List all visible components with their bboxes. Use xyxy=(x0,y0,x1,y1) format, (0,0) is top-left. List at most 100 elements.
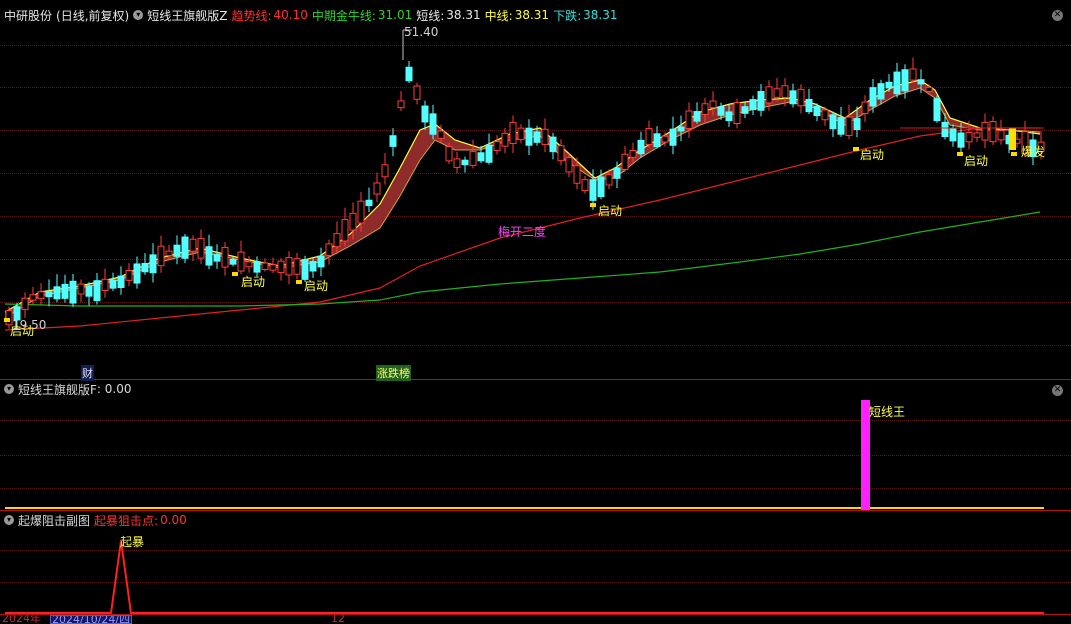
candle-body xyxy=(509,121,517,144)
burst-label: 爆发 xyxy=(1021,145,1046,159)
candle-body xyxy=(781,85,789,99)
candle-body xyxy=(197,237,205,259)
candle-body xyxy=(797,88,805,107)
candle-body xyxy=(581,179,589,192)
candle-body xyxy=(61,283,69,299)
candle-body xyxy=(381,164,389,178)
candle-body xyxy=(157,245,165,267)
candle-body xyxy=(213,253,221,262)
panel2-bar-label: 短线王 xyxy=(869,405,906,419)
kline-chart[interactable] xyxy=(0,0,1071,380)
candle-body xyxy=(253,261,261,273)
candle-body xyxy=(229,258,237,265)
launch-label: 启动 xyxy=(598,204,623,218)
candle-body xyxy=(517,127,525,141)
axis-year: 2024年 xyxy=(2,615,41,623)
candle-body xyxy=(765,86,773,104)
candle-body xyxy=(397,100,405,109)
candle-body xyxy=(893,71,901,95)
candle-body xyxy=(661,135,669,143)
candle-body xyxy=(237,251,245,272)
candle-body xyxy=(685,110,693,130)
candle-body xyxy=(501,132,509,147)
candle-body xyxy=(989,121,997,143)
candle-body xyxy=(445,146,453,162)
candle-body xyxy=(621,153,629,170)
candle-body xyxy=(901,69,909,92)
candle-body xyxy=(749,99,757,111)
candle-body xyxy=(565,157,573,173)
candle-body xyxy=(861,101,869,115)
candle-body xyxy=(421,105,429,123)
candle-body xyxy=(917,79,925,85)
candle-body xyxy=(533,131,541,143)
candle-body xyxy=(853,118,861,131)
candle-body xyxy=(405,66,413,82)
candle-body xyxy=(189,238,197,252)
candle-body xyxy=(269,264,277,271)
candle-body xyxy=(365,199,373,207)
candle-body xyxy=(181,236,189,259)
candle-body xyxy=(821,109,829,121)
candle-body xyxy=(973,132,981,138)
candle-body xyxy=(629,149,637,158)
candle-body xyxy=(941,121,949,138)
candle-body xyxy=(933,98,941,122)
candle-body xyxy=(637,139,645,155)
candle-body xyxy=(693,111,701,122)
candle-body xyxy=(261,262,269,271)
candle-body xyxy=(149,254,157,274)
candle-body xyxy=(597,176,605,198)
candle-body xyxy=(221,246,229,268)
candle-body xyxy=(85,285,93,297)
launch-label: 启动 xyxy=(964,154,989,168)
candle-body xyxy=(709,100,717,109)
candle-body xyxy=(37,291,45,300)
candle-body xyxy=(205,246,213,266)
finance-tag[interactable]: 财 xyxy=(81,365,94,381)
candle-body xyxy=(805,98,813,113)
launch-label: 启动 xyxy=(241,275,266,289)
candle-body xyxy=(437,130,445,139)
panel3-chart[interactable] xyxy=(0,511,1071,615)
candle-body xyxy=(677,126,685,132)
axis-tick-12: 12 xyxy=(331,615,345,623)
candle-body xyxy=(21,297,29,311)
candle-body xyxy=(717,106,725,116)
candle-body xyxy=(645,128,653,145)
candle-body xyxy=(613,167,621,179)
candle-body xyxy=(45,291,53,298)
candle-body xyxy=(413,85,421,100)
candle-body xyxy=(245,261,253,268)
plum-label: 梅开二度 xyxy=(498,225,547,239)
candle-body xyxy=(965,131,973,143)
candle-body xyxy=(493,141,501,152)
candle-body xyxy=(573,165,581,184)
candle-body xyxy=(605,174,613,186)
candle-body xyxy=(813,105,821,117)
candle-body xyxy=(77,283,85,295)
candle-body xyxy=(373,182,381,195)
candle-body xyxy=(325,243,333,256)
limit-tag[interactable]: 涨跌榜 xyxy=(376,365,411,381)
panel2-chart[interactable] xyxy=(0,380,1071,510)
candle-body xyxy=(477,152,485,162)
candle-body xyxy=(925,86,933,93)
candle-body xyxy=(773,88,781,98)
launch-label: 启动 xyxy=(10,324,35,338)
candle-body xyxy=(909,68,917,81)
candle-body xyxy=(725,111,733,122)
candle-body xyxy=(29,294,37,301)
candle-body xyxy=(541,128,549,145)
candle-body xyxy=(557,145,565,162)
candle-body xyxy=(549,136,557,153)
candle-body xyxy=(93,280,101,302)
candle-body xyxy=(349,212,357,231)
candle-body xyxy=(293,258,301,275)
candle-body xyxy=(741,106,749,114)
launch-marker xyxy=(1011,152,1017,156)
mid-line xyxy=(4,79,1041,313)
candle-body xyxy=(165,250,173,257)
candle-body xyxy=(69,280,77,304)
candle-body xyxy=(653,133,661,148)
